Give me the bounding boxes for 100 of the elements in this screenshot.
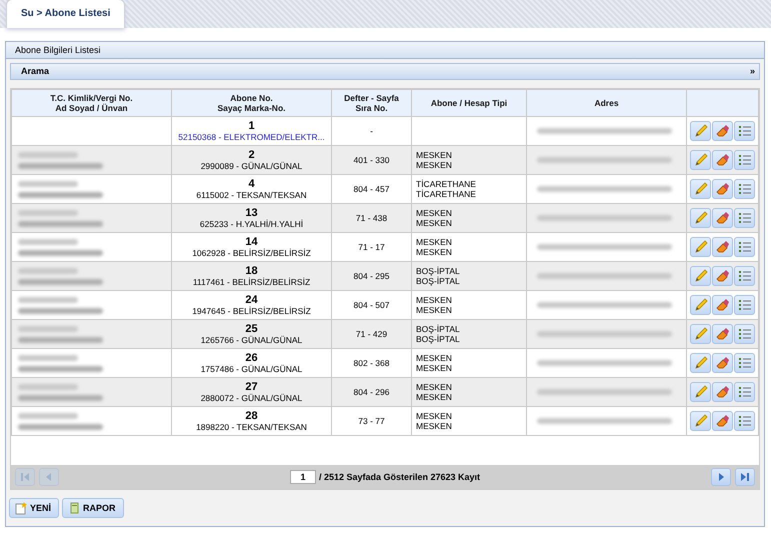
edit-button[interactable] [690, 179, 711, 199]
edit-button[interactable] [690, 382, 711, 402]
ledger-number: 71 - 438 [332, 204, 412, 232]
subscriber-number: 24 [244, 294, 259, 306]
edit-button[interactable] [690, 411, 711, 431]
edit-button[interactable] [690, 237, 711, 257]
details-button[interactable] [734, 382, 755, 402]
pencil-icon [692, 210, 708, 226]
redacted-text [18, 238, 78, 244]
redacted-text [18, 268, 78, 274]
pencil-icon [692, 326, 708, 342]
column-header: T.C. Kimlik/Vergi No. Ad Soyad / Ünvan [12, 90, 172, 116]
edit-button[interactable] [690, 208, 711, 228]
redacted-text [18, 412, 78, 418]
eraser-button[interactable] [712, 150, 733, 170]
subscriber-number: 13 [244, 207, 259, 219]
eraser-button[interactable] [712, 324, 733, 344]
subscriber-number: 1 [247, 120, 256, 132]
eraser-icon [714, 355, 730, 371]
first-page-icon [19, 471, 31, 483]
eraser-button[interactable] [712, 353, 733, 373]
details-button[interactable] [734, 411, 755, 431]
account-type: MESKEN [416, 421, 453, 431]
edit-button[interactable] [690, 266, 711, 286]
edit-button[interactable] [690, 353, 711, 373]
meter-info[interactable]: 52150368 - ELEKTROMED/ELEKTR... [176, 132, 327, 142]
details-button[interactable] [734, 266, 755, 286]
meter-info: 1947645 - BELİRSİZ/BELİRSİZ [191, 306, 312, 316]
meter-info: 625233 - H.YALHİ/H.YALHİ [198, 219, 304, 229]
new-button[interactable]: YENİ [9, 498, 60, 518]
pencil-icon [692, 123, 708, 139]
details-button[interactable] [734, 150, 755, 170]
next-page-button[interactable] [711, 468, 731, 486]
details-button[interactable] [734, 237, 755, 257]
eraser-button[interactable] [712, 121, 733, 141]
column-header: Adres [526, 90, 686, 116]
list-icon [736, 297, 752, 313]
account-type: MESKEN [416, 305, 453, 315]
details-button[interactable] [734, 295, 755, 315]
pencil-icon [692, 181, 708, 197]
edit-button[interactable] [690, 324, 711, 344]
redacted-text [18, 296, 78, 302]
subscriber-number: 2 [247, 149, 256, 161]
column-header: Abone / Hesap Tipi [412, 90, 526, 116]
meter-info: 1265766 - GÜNAL/GÜNAL [200, 335, 304, 345]
list-icon [736, 268, 752, 284]
page-tab[interactable]: Su > Abone Listesi [6, 0, 126, 28]
list-icon [736, 210, 752, 226]
eraser-button[interactable] [712, 237, 733, 257]
edit-button[interactable] [690, 295, 711, 315]
ledger-number: 401 - 330 [332, 146, 412, 174]
account-type: MESKEN [416, 150, 453, 160]
meter-info: 2880072 - GÜNAL/GÜNAL [200, 393, 304, 403]
panel-title: Abone Bilgileri Listesi [6, 42, 764, 59]
meter-info: 6115002 - TEKSAN/TEKSAN [195, 190, 308, 200]
account-type: MESKEN [416, 295, 453, 305]
details-button[interactable] [734, 121, 755, 141]
subscriber-number: 26 [244, 352, 259, 364]
eraser-icon [714, 210, 730, 226]
account-type: MESKEN [416, 392, 453, 402]
account-type: TİCARETHANE [416, 179, 477, 189]
eraser-button[interactable] [712, 208, 733, 228]
pencil-icon [692, 297, 708, 313]
account-type: BOŞ-İPTAL [416, 266, 461, 276]
eraser-button[interactable] [712, 382, 733, 402]
account-type: MESKEN [416, 411, 453, 421]
eraser-button[interactable] [712, 411, 733, 431]
account-type: BOŞ-İPTAL [416, 276, 461, 286]
edit-button[interactable] [690, 121, 711, 141]
eraser-icon [714, 123, 730, 139]
expand-toggle[interactable]: » [750, 64, 755, 79]
meter-info: 1898220 - TEKSAN/TEKSAN [195, 422, 308, 432]
eraser-icon [714, 152, 730, 168]
pencil-icon [692, 413, 708, 429]
pencil-icon [692, 384, 708, 400]
account-type: MESKEN [416, 218, 453, 228]
ledger-number: 804 - 295 [332, 262, 412, 290]
account-type: MESKEN [416, 208, 453, 218]
details-button[interactable] [734, 324, 755, 344]
search-bar[interactable]: Arama » [10, 63, 760, 80]
edit-button[interactable] [690, 150, 711, 170]
account-type: MESKEN [416, 353, 453, 363]
page-number-field[interactable]: 1 [290, 470, 316, 484]
account-type: MESKEN [416, 237, 453, 247]
eraser-button[interactable] [712, 179, 733, 199]
pencil-icon [692, 268, 708, 284]
details-button[interactable] [734, 179, 755, 199]
report-button[interactable]: RAPOR [62, 498, 124, 518]
eraser-icon [714, 268, 730, 284]
redacted-text [18, 180, 78, 186]
eraser-button[interactable] [712, 295, 733, 315]
last-page-button[interactable] [735, 468, 755, 486]
pencil-icon [692, 152, 708, 168]
account-type: MESKEN [416, 382, 453, 392]
eraser-button[interactable] [712, 266, 733, 286]
ledger-number: 804 - 296 [332, 378, 412, 406]
ledger-number: 71 - 429 [332, 320, 412, 348]
details-button[interactable] [734, 208, 755, 228]
ledger-number: 73 - 77 [332, 406, 412, 436]
details-button[interactable] [734, 353, 755, 373]
